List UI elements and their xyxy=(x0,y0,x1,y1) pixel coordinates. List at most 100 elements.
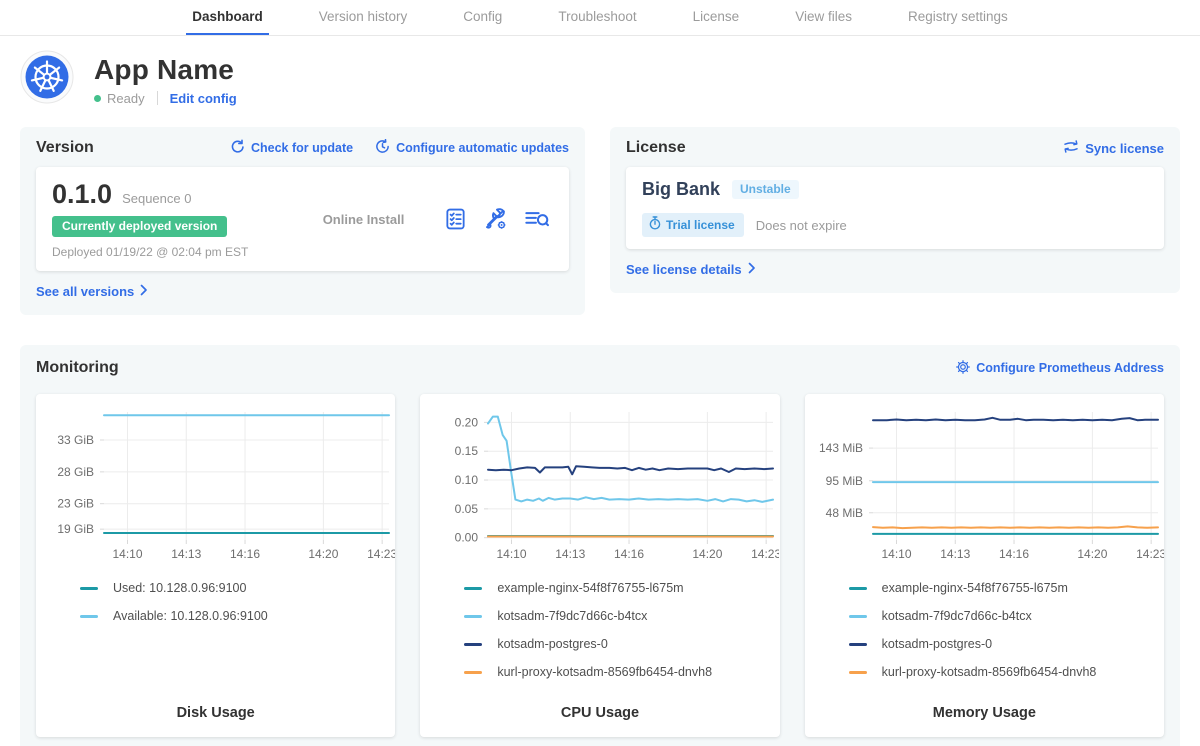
svg-text:14:10: 14:10 xyxy=(497,547,527,561)
legend-item: Used: 10.128.0.96:9100 xyxy=(80,574,395,602)
legend-swatch xyxy=(849,587,867,590)
tab-config[interactable]: Config xyxy=(457,0,508,35)
svg-text:14:23: 14:23 xyxy=(1136,547,1164,561)
svg-text:14:13: 14:13 xyxy=(940,547,970,561)
svg-text:14:23: 14:23 xyxy=(367,547,395,561)
memory-usage-legend: example-nginx-54f8f76755-l675m kotsadm-7f… xyxy=(849,574,1164,686)
legend-label: kurl-proxy-kotsadm-8569fb6454-dnvh8 xyxy=(882,665,1097,679)
configure-prometheus-link[interactable]: Configure Prometheus Address xyxy=(956,360,1164,377)
deployed-badge: Currently deployed version xyxy=(52,216,227,237)
tab-license[interactable]: License xyxy=(687,0,746,35)
tab-registry-settings[interactable]: Registry settings xyxy=(902,0,1014,35)
check-for-update-link[interactable]: Check for update xyxy=(230,139,353,157)
legend-swatch xyxy=(464,615,482,618)
edit-config-link[interactable]: Edit config xyxy=(170,91,237,106)
svg-text:14:23: 14:23 xyxy=(752,547,780,561)
chart-title: Disk Usage xyxy=(36,705,395,721)
svg-text:19 GiB: 19 GiB xyxy=(57,522,94,536)
svg-text:95 MiB: 95 MiB xyxy=(825,474,862,488)
current-version-card: 0.1.0 Sequence 0 Currently deployed vers… xyxy=(36,167,569,271)
disk-usage-chart: 19 GiB23 GiB28 GiB33 GiB14:1014:1314:161… xyxy=(36,400,395,568)
svg-text:143 MiB: 143 MiB xyxy=(819,441,863,455)
chart-title: Memory Usage xyxy=(805,705,1164,721)
disk-usage-card: 19 GiB23 GiB28 GiB33 GiB14:1014:1314:161… xyxy=(36,394,395,737)
tab-dashboard[interactable]: Dashboard xyxy=(186,0,269,35)
chart-title: CPU Usage xyxy=(420,705,779,721)
legend-item: kotsadm-postgres-0 xyxy=(849,630,1164,658)
refresh-icon xyxy=(230,139,245,157)
svg-text:14:16: 14:16 xyxy=(614,547,644,561)
legend-swatch xyxy=(464,587,482,590)
cpu-usage-chart: 0.000.050.100.150.2014:1014:1314:1614:20… xyxy=(420,400,779,568)
license-card: Big Bank Unstable Trial license Does not… xyxy=(626,167,1164,249)
svg-text:14:20: 14:20 xyxy=(1077,547,1107,561)
see-license-details-link[interactable]: See license details xyxy=(626,262,756,277)
svg-text:33 GiB: 33 GiB xyxy=(57,433,94,447)
top-navigation: Dashboard Version history Config Trouble… xyxy=(0,0,1200,36)
svg-text:0.20: 0.20 xyxy=(455,415,479,429)
status-dot xyxy=(94,95,101,102)
divider xyxy=(157,91,158,105)
see-all-versions-link[interactable]: See all versions xyxy=(36,284,148,299)
status-label: Ready xyxy=(107,91,145,106)
chevron-right-icon xyxy=(748,262,756,277)
legend-label: kotsadm-7f9dc7d66c-b4tcx xyxy=(497,609,647,623)
svg-text:14:10: 14:10 xyxy=(881,547,911,561)
svg-text:14:13: 14:13 xyxy=(556,547,586,561)
license-expiry: Does not expire xyxy=(756,218,847,233)
stopwatch-icon xyxy=(649,216,661,233)
svg-text:0.10: 0.10 xyxy=(455,473,479,487)
legend-item: example-nginx-54f8f76755-l675m xyxy=(849,574,1164,602)
version-panel-title: Version xyxy=(36,139,94,157)
legend-label: kotsadm-7f9dc7d66c-b4tcx xyxy=(882,609,1032,623)
legend-label: Used: 10.128.0.96:9100 xyxy=(113,581,246,595)
preflight-checks-icon[interactable] xyxy=(445,208,466,230)
license-panel-title: License xyxy=(626,139,686,157)
view-logs-icon[interactable] xyxy=(525,209,549,229)
legend-swatch xyxy=(849,615,867,618)
version-panel: Version Check for update xyxy=(20,127,585,315)
summary-cards-row: Version Check for update xyxy=(0,127,1200,315)
svg-text:28 GiB: 28 GiB xyxy=(57,465,94,479)
tab-troubleshoot[interactable]: Troubleshoot xyxy=(552,0,642,35)
svg-text:0.15: 0.15 xyxy=(455,444,479,458)
legend-item: kotsadm-7f9dc7d66c-b4tcx xyxy=(849,602,1164,630)
legend-item: kurl-proxy-kotsadm-8569fb6454-dnvh8 xyxy=(464,658,779,686)
app-header: App Name Ready Edit config xyxy=(0,36,1200,115)
wrench-gear-icon[interactable] xyxy=(484,208,507,230)
monitoring-title: Monitoring xyxy=(36,359,119,377)
clock-update-icon xyxy=(375,139,390,157)
legend-swatch xyxy=(80,615,98,618)
license-assignee: Big Bank xyxy=(642,179,720,200)
svg-text:23 GiB: 23 GiB xyxy=(57,497,94,511)
legend-swatch xyxy=(464,643,482,646)
legend-swatch xyxy=(849,643,867,646)
sync-arrows-icon xyxy=(1063,140,1079,156)
svg-text:14:13: 14:13 xyxy=(171,547,201,561)
svg-text:14:16: 14:16 xyxy=(999,547,1029,561)
gear-icon xyxy=(956,360,970,377)
legend-item: kotsadm-7f9dc7d66c-b4tcx xyxy=(464,602,779,630)
install-type-label: Online Install xyxy=(282,212,445,227)
svg-text:48 MiB: 48 MiB xyxy=(825,506,862,520)
configure-auto-updates-link[interactable]: Configure automatic updates xyxy=(375,139,569,157)
legend-item: Available: 10.128.0.96:9100 xyxy=(80,602,395,630)
svg-text:14:20: 14:20 xyxy=(693,547,723,561)
monitoring-panel: Monitoring Configure Prometheus Address … xyxy=(20,345,1180,746)
cpu-usage-card: 0.000.050.100.150.2014:1014:1314:1614:20… xyxy=(420,394,779,737)
license-panel: License Sync license Big Bank Unstable xyxy=(610,127,1180,293)
svg-text:0.05: 0.05 xyxy=(455,502,479,516)
tab-view-files[interactable]: View files xyxy=(789,0,858,35)
tab-version-history[interactable]: Version history xyxy=(313,0,414,35)
legend-item: example-nginx-54f8f76755-l675m xyxy=(464,574,779,602)
cpu-usage-legend: example-nginx-54f8f76755-l675m kotsadm-7f… xyxy=(464,574,779,686)
legend-swatch xyxy=(80,587,98,590)
version-number: 0.1.0 xyxy=(52,179,112,210)
legend-label: example-nginx-54f8f76755-l675m xyxy=(497,581,683,595)
legend-swatch xyxy=(849,671,867,674)
legend-label: kurl-proxy-kotsadm-8569fb6454-dnvh8 xyxy=(497,665,712,679)
legend-label: Available: 10.128.0.96:9100 xyxy=(113,609,268,623)
legend-swatch xyxy=(464,671,482,674)
sync-license-link[interactable]: Sync license xyxy=(1063,140,1164,156)
legend-label: example-nginx-54f8f76755-l675m xyxy=(882,581,1068,595)
